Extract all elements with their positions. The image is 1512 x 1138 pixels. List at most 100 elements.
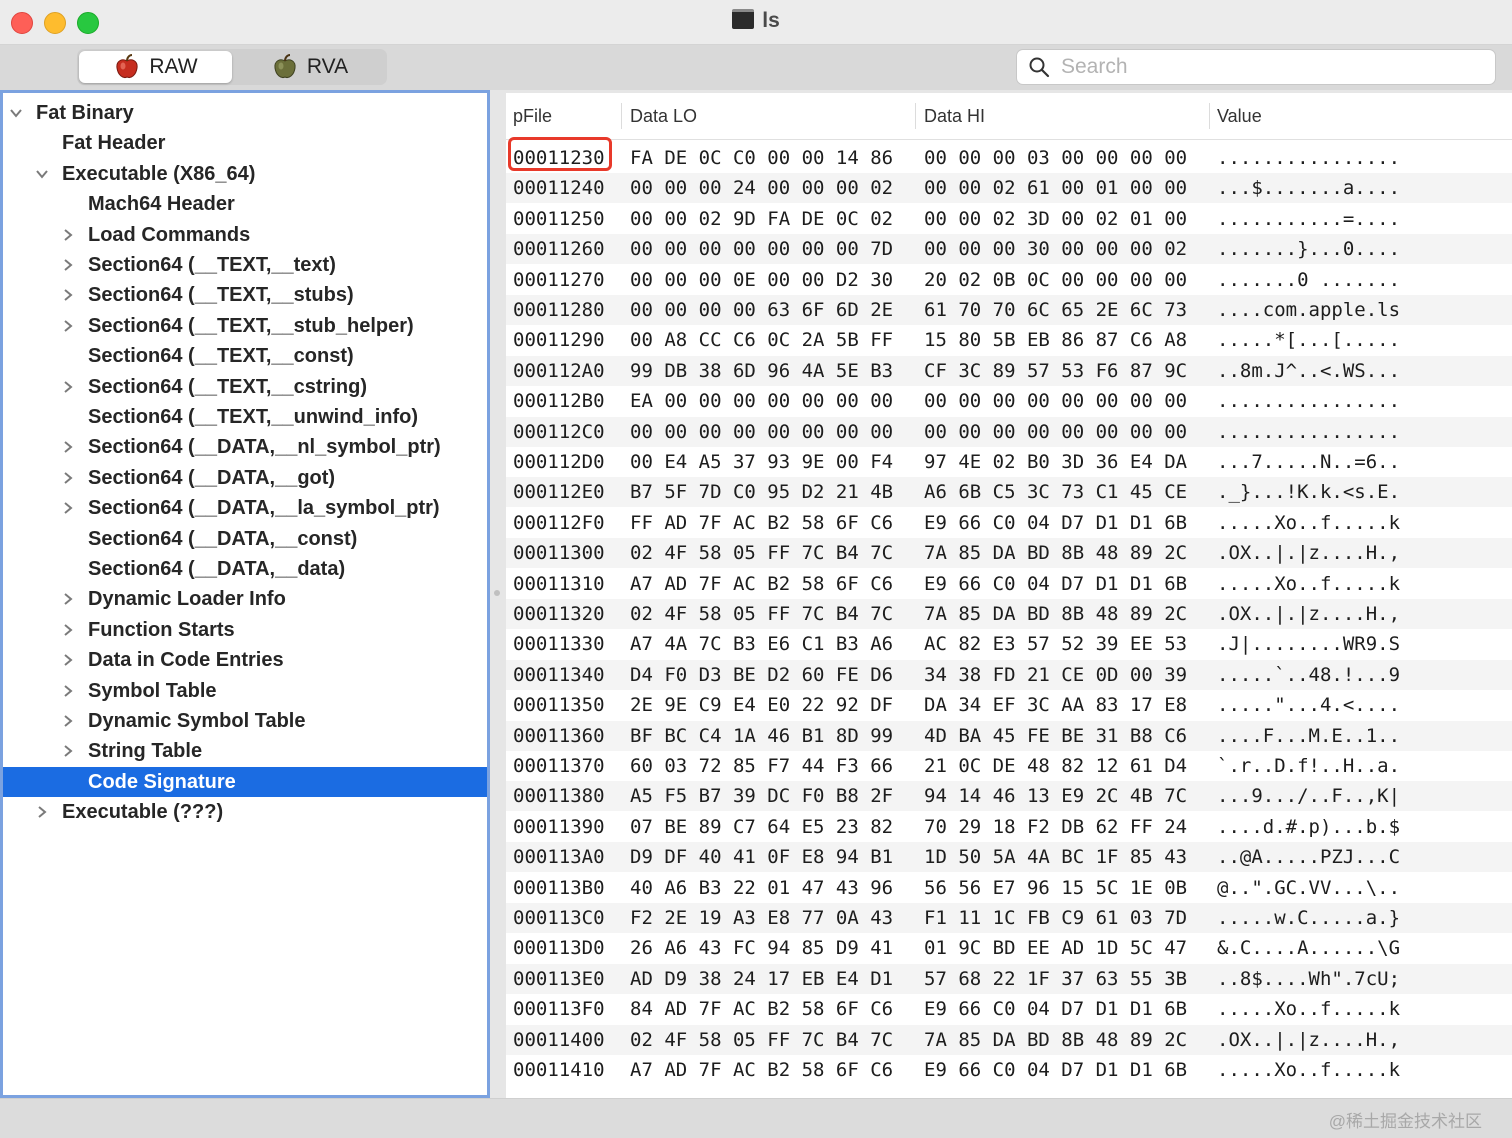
chevron-right-icon[interactable] [62,745,74,758]
tree-item[interactable]: Section64 (__DATA,__la_symbol_ptr) [3,493,487,523]
table-row[interactable]: 000112F0 FF AD 7F AC B2 58 6F C6 E9 66 C0 … [506,508,1512,538]
chevron-right-icon[interactable] [62,654,74,666]
table-row[interactable]: 00011310 A7 AD 7F AC B2 58 6F C6 E9 66 C0 … [506,569,1512,599]
chevron-right-icon[interactable] [62,624,74,636]
chevron-right-icon[interactable] [62,320,74,332]
search-field[interactable] [1016,49,1496,85]
table-row[interactable]: 00011240 00 00 00 24 00 00 00 02 00 00 02 … [506,173,1512,204]
tree-item[interactable]: Executable (???) [3,797,487,827]
column-header-pfile[interactable]: pFile [513,106,552,127]
table-row[interactable]: 00011380 A5 F5 B7 39 DC F0 B8 2F 94 14 46 … [506,781,1512,812]
table-row[interactable]: 00011370 60 03 72 85 F7 44 F3 66 21 0C DE … [506,751,1512,781]
table-row[interactable]: 000113A0 D9 DF 40 41 0F E8 94 B1 1D 50 5A … [506,842,1512,873]
tree-item[interactable]: Section64 (__TEXT,__stubs) [3,280,487,310]
data-lo-cell: B7 5F 7D C0 95 D2 21 4B [630,481,894,504]
chevron-right-icon[interactable] [62,502,74,514]
table-row[interactable]: 000113E0 AD D9 38 24 17 EB E4 D1 57 68 22 … [506,963,1512,994]
tree-item[interactable]: Fat Header [3,128,487,158]
column-divider[interactable] [915,103,916,129]
data-lo-cell: FA DE 0C C0 00 00 14 86 [630,147,894,169]
raw-button[interactable]: RAW [79,51,232,83]
column-header-data-hi[interactable]: Data HI [924,106,985,127]
table-row[interactable]: 00011260 00 00 00 00 00 00 00 7D 00 00 00 … [506,234,1512,265]
table-row[interactable]: 00011300 02 4F 58 05 FF 7C B4 7C 7A 85 DA … [506,538,1512,569]
table-row[interactable]: 000112D0 00 E4 A5 37 93 9E 00 F4 97 4E 02 … [506,447,1512,477]
pfile-cell: 000113D0 [513,937,605,960]
table-row[interactable]: 000113B0 40 A6 B3 22 01 47 43 96 56 56 E7 … [506,873,1512,903]
table-row[interactable]: 00011410 A7 AD 7F AC B2 58 6F C6 E9 66 C0 … [506,1055,1512,1085]
tree-item[interactable]: Section64 (__TEXT,__stub_helper) [3,311,487,341]
chevron-right-icon[interactable] [36,806,48,818]
chevron-right-icon[interactable] [62,259,74,271]
chevron-right-icon[interactable] [62,472,74,484]
tree-item[interactable]: Load Commands [3,220,487,250]
table-row[interactable]: 00011330 A7 4A 7C B3 E6 C1 B3 A6 AC 82 E3 … [506,629,1512,659]
chevron-right-icon[interactable] [62,289,74,302]
chevron-right-icon[interactable] [62,380,74,393]
divider-handle[interactable] [494,590,500,596]
table-row[interactable]: 00011290 00 A8 CC C6 0C 2A 5B FF 15 80 5B … [506,325,1512,355]
tree-item[interactable]: Section64 (__TEXT,__cstring) [3,372,487,402]
data-lo-cell: 00 00 00 00 63 6F 6D 2E [630,299,894,321]
chevron-right-icon[interactable] [62,228,74,241]
table-row[interactable]: 000113F0 84 AD 7F AC B2 58 6F C6 E9 66 C0 … [506,994,1512,1024]
table-row[interactable]: 000112B0 EA 00 00 00 00 00 00 00 00 00 00 … [506,386,1512,416]
tree-item[interactable]: Fat Binary [3,98,487,128]
tree-item[interactable]: Section64 (__DATA,__nl_symbol_ptr) [3,432,487,462]
table-row[interactable]: 00011280 00 00 00 00 63 6F 6D 2E 61 70 70 … [506,295,1512,325]
table-row[interactable]: 00011350 2E 9E C9 E4 E0 22 92 DF DA 34 EF … [506,690,1512,720]
search-input[interactable] [1059,53,1483,81]
table-row[interactable]: 000113D0 26 A6 43 FC 94 85 D9 41 01 9C BD … [506,933,1512,963]
chevron-right-icon[interactable] [62,441,74,454]
value-cell: ._}...!K.k.<s.E. [1217,481,1401,504]
table-row[interactable]: 000112E0 B7 5F 7D C0 95 D2 21 4B A6 6B C5 … [506,477,1512,508]
table-row[interactable]: 00011390 07 BE 89 C7 64 E5 23 82 70 29 18 … [506,812,1512,842]
watermark: @稀土掘金技术社区 [1328,1112,1482,1131]
tree-item[interactable]: Mach64 Header [3,189,487,219]
table-row[interactable]: 000112C0 00 00 00 00 00 00 00 00 00 00 00 … [506,416,1512,447]
data-hi-cell: CF 3C 89 57 53 F6 87 9C [924,359,1188,382]
column-header-value[interactable]: Value [1217,106,1262,127]
tree-item[interactable]: Section64 (__TEXT,__const) [3,341,487,371]
table-row[interactable]: 00011360 BF BC C4 1A 46 B1 8D 99 4D BA 45 … [506,720,1512,751]
rva-button[interactable]: RVA [233,51,386,83]
column-header-data-lo[interactable]: Data LO [630,106,697,127]
tree-item[interactable]: Dynamic Loader Info [3,584,487,614]
tree-item-label: Dynamic Loader Info [88,588,286,611]
chevron-down-icon[interactable] [36,168,48,180]
tree-item[interactable]: String Table [3,736,487,766]
tree-item[interactable]: Section64 (__TEXT,__text) [3,250,487,280]
table-row[interactable]: 00011400 02 4F 58 05 FF 7C B4 7C 7A 85 DA … [506,1024,1512,1055]
chevron-right-icon[interactable] [62,684,74,697]
table-row[interactable]: 000113C0 F2 2E 19 A3 E8 77 0A 43 F1 11 1C … [506,903,1512,933]
table-row[interactable]: 00011320 02 4F 58 05 FF 7C B4 7C 7A 85 DA … [506,599,1512,629]
tree-item[interactable]: Symbol Table [3,676,487,706]
data-hi-cell: 00 00 02 61 00 01 00 00 [924,177,1188,200]
data-hi-cell: 00 00 00 00 00 00 00 00 [924,420,1188,443]
tree-item[interactable]: Section64 (__DATA,__data) [3,554,487,584]
tree-item[interactable]: Executable (X86_64) [3,159,487,189]
column-divider[interactable] [621,103,622,129]
table-row[interactable]: 000112A0 99 DB 38 6D 96 4A 5E B3 CF 3C 89 … [506,355,1512,386]
tree-item[interactable]: Function Starts [3,615,487,645]
value-cell: .....Xo..f.....k [1217,572,1401,595]
tree-item[interactable]: Section64 (__TEXT,__unwind_info) [3,402,487,432]
tree-item[interactable]: Section64 (__DATA,__const) [3,524,487,554]
table-row[interactable]: 00011230 FA DE 0C C0 00 00 14 86 00 00 00 … [506,143,1512,173]
hex-table[interactable]: pFile Data LO Data HI Value 00011230 FA D… [506,93,1512,1098]
tree-item[interactable]: Dynamic Symbol Table [3,706,487,736]
chevron-right-icon[interactable] [62,593,74,606]
pfile-cell: 000112F0 [513,511,605,534]
table-row[interactable]: 00011340 D4 F0 D3 BE D2 60 FE D6 34 38 FD … [506,659,1512,690]
tree-item[interactable]: Data in Code Entries [3,645,487,675]
table-row[interactable]: 00011270 00 00 00 0E 00 00 D2 30 20 02 0B … [506,265,1512,295]
table-row[interactable]: 00011250 00 00 02 9D FA DE 0C 02 00 00 02 … [506,204,1512,234]
chevron-right-icon[interactable] [62,715,74,727]
tree-item[interactable]: Section64 (__DATA,__got) [3,463,487,493]
data-lo-cell: 00 A8 CC C6 0C 2A 5B FF [630,329,894,352]
split-view-divider[interactable] [490,90,506,1098]
chevron-down-icon[interactable] [10,107,22,119]
structure-tree[interactable]: Fat Binary Fat Header Executable (X86_64) M… [0,90,490,1098]
tree-item[interactable]: Code Signature [3,766,487,797]
column-divider[interactable] [1209,103,1210,129]
